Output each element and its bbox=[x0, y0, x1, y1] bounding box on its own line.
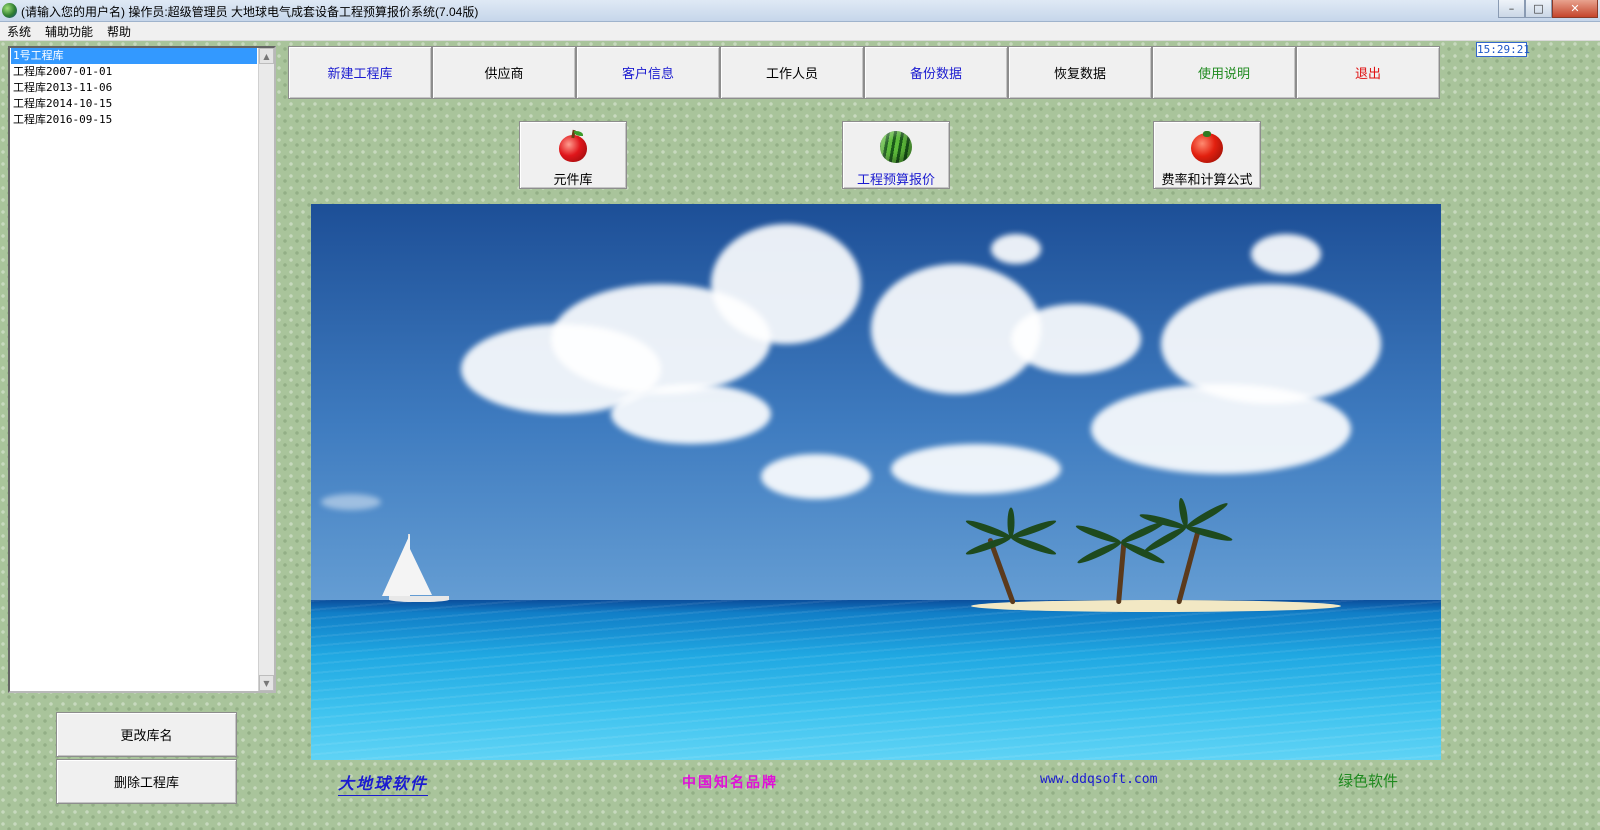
user-guide-button[interactable]: 使用说明 bbox=[1152, 46, 1296, 99]
beach-scene-image bbox=[311, 204, 1441, 760]
apple-icon bbox=[556, 129, 590, 163]
customer-info-button[interactable]: 客户信息 bbox=[576, 46, 720, 99]
menu-help[interactable]: 帮助 bbox=[100, 23, 138, 40]
watermelon-icon bbox=[879, 130, 913, 163]
list-item[interactable]: 工程库2007-01-01 bbox=[11, 64, 257, 80]
list-item[interactable]: 工程库2013-11-06 bbox=[11, 80, 257, 96]
restore-data-button[interactable]: 恢复数据 bbox=[1008, 46, 1152, 99]
staff-button[interactable]: 工作人员 bbox=[720, 46, 864, 99]
maximize-button[interactable]: □ bbox=[1525, 0, 1552, 18]
close-button[interactable]: ✕ bbox=[1552, 0, 1598, 18]
menu-bar: 系统 辅助功能 帮助 bbox=[0, 22, 1600, 41]
suppliers-button[interactable]: 供应商 bbox=[432, 46, 576, 99]
menu-tools[interactable]: 辅助功能 bbox=[38, 23, 100, 40]
vertical-scrollbar[interactable]: ▲ ▼ bbox=[258, 48, 274, 691]
globe-icon bbox=[2, 3, 17, 18]
scroll-down-icon[interactable]: ▼ bbox=[259, 675, 274, 691]
menu-system[interactable]: 系统 bbox=[0, 23, 38, 40]
components-library-label: 元件库 bbox=[553, 172, 593, 187]
minimize-button[interactable]: – bbox=[1498, 0, 1525, 18]
delete-library-button[interactable]: 删除工程库 bbox=[56, 759, 237, 804]
brand-name: 大地球软件 bbox=[338, 770, 429, 796]
tomato-icon bbox=[1190, 130, 1224, 163]
scroll-up-icon[interactable]: ▲ bbox=[259, 48, 274, 64]
backup-data-button[interactable]: 备份数据 bbox=[864, 46, 1008, 99]
clock-display: 15:29:21 bbox=[1476, 42, 1530, 57]
list-item[interactable]: 工程库2014-10-15 bbox=[11, 96, 257, 112]
components-library-button[interactable]: 元件库 bbox=[519, 121, 627, 189]
rates-formulas-button[interactable]: 费率和计算公式 bbox=[1153, 121, 1261, 189]
list-item[interactable]: 工程库2016-09-15 bbox=[11, 112, 257, 128]
list-item[interactable]: 1号工程库 bbox=[11, 48, 257, 64]
green-software-label: 绿色软件 bbox=[1338, 772, 1399, 790]
website-link[interactable]: www.ddqsoft.com bbox=[1040, 772, 1157, 787]
project-budget-label: 工程预算报价 bbox=[856, 172, 935, 187]
window-controls: – □ ✕ bbox=[1498, 0, 1598, 18]
project-library-list[interactable]: 1号工程库 工程库2007-01-01 工程库2013-11-06 工程库201… bbox=[8, 46, 276, 693]
exit-button[interactable]: 退出 bbox=[1296, 46, 1440, 99]
window-title: (请输入您的用户名) 操作员:超级管理员 大地球电气成套设备工程预算报价系统(7… bbox=[21, 5, 479, 19]
new-library-button[interactable]: 新建工程库 bbox=[288, 46, 432, 99]
main-toolbar: 新建工程库 供应商 客户信息 工作人员 备份数据 恢复数据 使用说明 退出 bbox=[288, 46, 1440, 99]
project-budget-button[interactable]: 工程预算报价 bbox=[842, 121, 950, 189]
rename-library-button[interactable]: 更改库名 bbox=[56, 712, 237, 757]
brand-slogan: 中国知名品牌 bbox=[682, 775, 778, 791]
title-bar: (请输入您的用户名) 操作员:超级管理员 大地球电气成套设备工程预算报价系统(7… bbox=[0, 0, 1600, 22]
rates-formulas-label: 费率和计算公式 bbox=[1161, 172, 1253, 187]
